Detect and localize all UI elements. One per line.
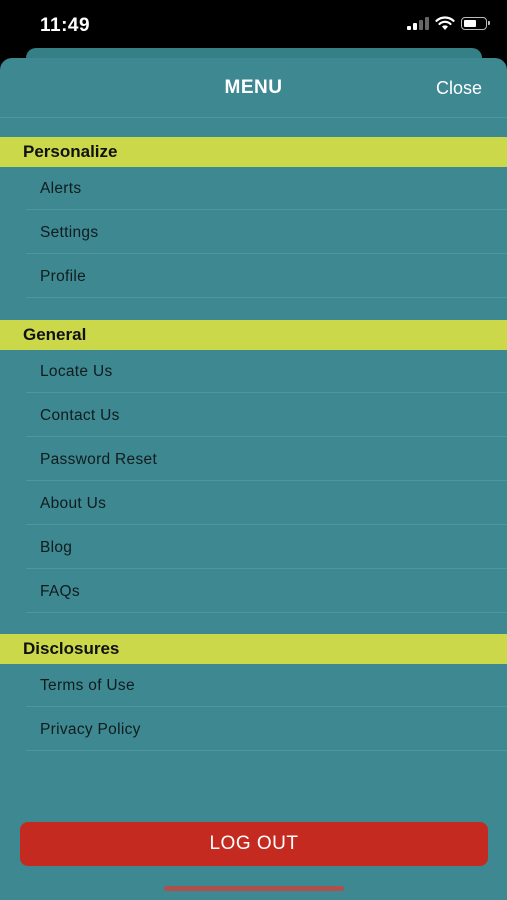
section-header-general: General: [0, 320, 507, 350]
status-bar: 11:49: [0, 0, 507, 50]
menu-item-terms-of-use[interactable]: Terms of Use: [26, 664, 507, 707]
menu-item-privacy-policy[interactable]: Privacy Policy: [26, 708, 507, 751]
close-button[interactable]: Close: [436, 78, 482, 99]
menu-item-blog[interactable]: Blog: [26, 526, 507, 569]
battery-icon: [461, 17, 490, 30]
section-header-personalize: Personalize: [0, 137, 507, 167]
menu-item-about-us[interactable]: About Us: [26, 482, 507, 525]
status-icons: [407, 16, 490, 31]
signal-icon: [407, 17, 429, 30]
menu-item-locate-us[interactable]: Locate Us: [26, 350, 507, 393]
menu-item-alerts[interactable]: Alerts: [26, 167, 507, 210]
status-time: 11:49: [40, 15, 91, 36]
section-header-disclosures: Disclosures: [0, 634, 507, 664]
page-title: MENU: [224, 77, 283, 98]
menu-item-profile[interactable]: Profile: [26, 255, 507, 298]
menu-item-password-reset[interactable]: Password Reset: [26, 438, 507, 481]
wifi-icon: [435, 16, 455, 30]
logout-button[interactable]: LOG OUT: [20, 822, 488, 866]
menu-item-settings[interactable]: Settings: [26, 211, 507, 254]
menu-item-contact-us[interactable]: Contact Us: [26, 394, 507, 437]
menu-item-faqs[interactable]: FAQs: [26, 570, 507, 613]
menu-header: MENU Close: [0, 58, 507, 116]
header-divider: [0, 117, 507, 118]
menu-sheet: MENU Close Personalize Alerts Settings P…: [0, 58, 507, 900]
home-indicator: [164, 886, 344, 891]
